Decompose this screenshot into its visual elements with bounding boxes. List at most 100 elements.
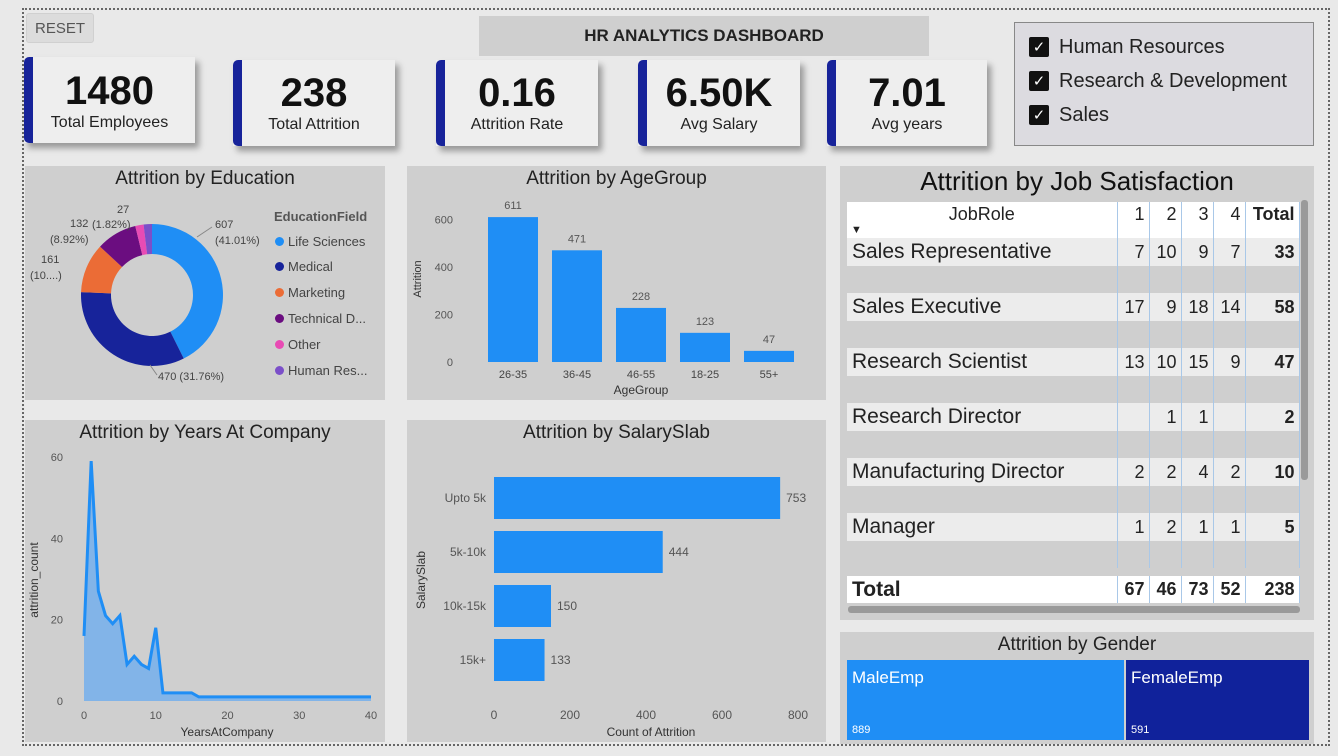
bar[interactable] [616, 307, 666, 362]
header-4[interactable]: 4 [1213, 202, 1246, 238]
legend-item-other[interactable]: Other [275, 337, 321, 352]
table-row[interactable]: Manufacturing Director 2 2 4 2 10 [847, 458, 1300, 486]
x-tick-label: 0 [491, 708, 498, 722]
data-label: 753 [786, 491, 806, 505]
header-jobrole[interactable]: JobRole ▼ [847, 202, 1118, 238]
cell-role: Manufacturing Director [847, 458, 1118, 486]
bar[interactable] [488, 217, 538, 362]
y-tick-label: Upto 5k [445, 491, 487, 505]
table-row[interactable]: Research Scientist 13 10 15 9 47 [847, 348, 1300, 376]
salary-bar-chart: 753 Upto 5k 444 5k-10k 150 10k-15k 133 15k+ 0 200… [414, 477, 808, 739]
area-line[interactable] [82, 460, 371, 699]
bar[interactable] [680, 332, 730, 362]
bar[interactable] [494, 477, 781, 519]
checkbox-checked-icon[interactable]: ✓ [1029, 37, 1049, 57]
cell-role: Sales Executive [847, 293, 1118, 321]
y-axis-label: Attrition [412, 260, 424, 297]
legend-item-technical[interactable]: Technical D... [275, 311, 366, 326]
cell: 15 [1181, 348, 1214, 376]
tile-label: FemaleEmp [1131, 668, 1223, 687]
annotation-medical: 470 (31.76%) [158, 371, 224, 383]
cell: 17 [1117, 293, 1150, 321]
cell: 10 [1149, 348, 1182, 376]
cell: 9 [1213, 348, 1246, 376]
x-tick-label: 30 [293, 710, 305, 722]
kpi-label: Avg years [871, 116, 943, 133]
y-tick-label: 0 [57, 696, 63, 708]
header-total[interactable]: Total [1245, 202, 1300, 238]
table-row[interactable]: Sales Executive 17 9 18 14 58 [847, 293, 1300, 321]
header-2[interactable]: 2 [1149, 202, 1182, 238]
data-label: 228 [632, 291, 650, 303]
cell: 2 [1149, 458, 1182, 486]
legend-item-life-sciences[interactable]: Life Sciences [275, 234, 365, 249]
bar[interactable] [552, 250, 602, 362]
cell-total: 2 [1245, 403, 1300, 431]
sort-desc-icon[interactable]: ▼ [851, 224, 862, 236]
total-cell-grand: 238 [1245, 576, 1300, 603]
header-3[interactable]: 3 [1181, 202, 1214, 238]
x-tick-label: 800 [788, 708, 808, 722]
cell-total: 47 [1245, 348, 1300, 376]
total-cell: 52 [1213, 576, 1246, 603]
checkbox-checked-icon[interactable]: ✓ [1029, 105, 1049, 125]
x-tick-label: 18-25 [691, 369, 719, 381]
bar[interactable] [494, 639, 545, 681]
slicer-item-sales[interactable]: ✓ Sales [1015, 98, 1313, 132]
data-label: 133 [551, 653, 571, 667]
x-axis-label: AgeGroup [614, 383, 669, 397]
x-tick-label: 20 [221, 710, 233, 722]
donut-slice[interactable] [80, 292, 184, 367]
bar[interactable] [494, 585, 551, 627]
x-tick-label: 0 [81, 710, 87, 722]
x-tick-label: 26-35 [499, 369, 527, 381]
x-axis-label: Count of Attrition [607, 725, 696, 739]
y-axis-label: SalarySlab [414, 551, 428, 609]
bar[interactable] [494, 531, 663, 573]
legend-item-medical[interactable]: Medical [275, 259, 333, 274]
legend-item-marketing[interactable]: Marketing [275, 285, 345, 300]
cell-total: 10 [1245, 458, 1300, 486]
cell-total: 33 [1245, 238, 1300, 266]
legend-label: Marketing [288, 285, 346, 300]
header-1[interactable]: 1 [1117, 202, 1150, 238]
horizontal-scrollbar[interactable] [848, 606, 1300, 613]
cell: 18 [1181, 293, 1214, 321]
legend-dot-icon [275, 366, 284, 375]
x-tick-label: 600 [712, 708, 732, 722]
slicer-item-research-development[interactable]: ✓ Research & Development [1015, 64, 1313, 98]
kpi-attrition-rate: 0.16 Attrition Rate [436, 60, 598, 146]
data-label: 47 [763, 334, 775, 346]
slicer-item-human-resources[interactable]: ✓ Human Resources [1015, 30, 1313, 64]
x-tick-label: 10 [150, 710, 162, 722]
vertical-scrollbar[interactable] [1301, 200, 1308, 480]
checkbox-checked-icon[interactable]: ✓ [1029, 71, 1049, 91]
y-tick-label: 5k-10k [450, 545, 487, 559]
y-tick-label: 20 [51, 615, 63, 627]
table-row[interactable]: Manager 1 2 1 1 5 [847, 513, 1300, 541]
gender-tile-female[interactable]: FemaleEmp 591 [1126, 660, 1309, 740]
kpi-value: 0.16 [478, 71, 556, 115]
cell: 9 [1181, 238, 1214, 266]
cell: 2 [1149, 513, 1182, 541]
x-tick-label: 55+ [760, 369, 779, 381]
cell: 1 [1213, 513, 1246, 541]
legend-item-human-resources[interactable]: Human Res... [275, 363, 367, 378]
kpi-avg-salary: 6.50K Avg Salary [638, 60, 800, 146]
data-label: 444 [669, 545, 689, 559]
gender-tile-male[interactable]: MaleEmp 889 [847, 660, 1124, 740]
table-row[interactable]: Research Director 1 1 2 [847, 403, 1300, 431]
cell: 1 [1149, 403, 1182, 431]
table-row[interactable]: Sales Representative 7 10 9 7 33 [847, 238, 1300, 266]
y-tick-label: 60 [51, 452, 63, 464]
matrix-table: JobRole ▼ 1 2 3 4 Total Sales Representat… [847, 202, 1300, 568]
data-label: 150 [557, 599, 577, 613]
annotation-tech-pct: (8.92%) [50, 234, 89, 246]
cell-total: 5 [1245, 513, 1300, 541]
y-tick-label: 200 [435, 310, 453, 322]
data-label: 611 [504, 200, 522, 212]
legend-label: Other [288, 337, 321, 352]
cell: 7 [1117, 238, 1150, 266]
bar[interactable] [744, 350, 794, 362]
chart-title: Attrition by Gender [997, 634, 1157, 655]
